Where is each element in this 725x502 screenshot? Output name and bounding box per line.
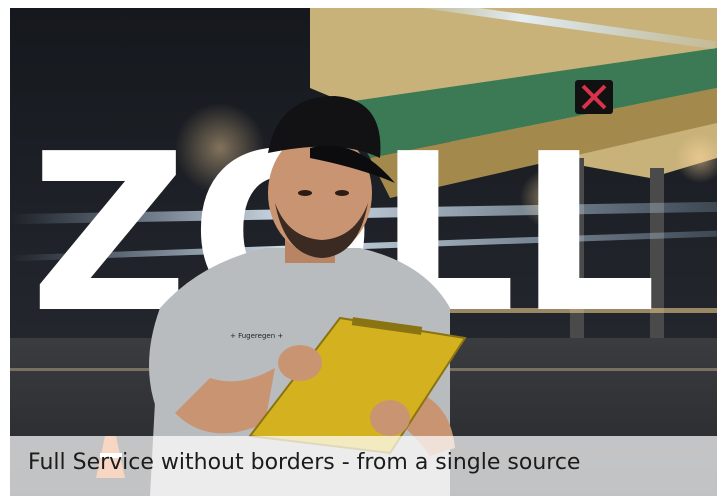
shirt-logo: + Fugeregen + — [230, 332, 283, 340]
hero-banner[interactable]: ZOLL + Fugeregen + — [10, 8, 717, 496]
caption-bar: Full Service without borders - from a si… — [10, 436, 717, 496]
caption-text: Full Service without borders - from a si… — [28, 450, 581, 475]
person-with-clipboard: + Fugeregen + — [10, 8, 717, 496]
